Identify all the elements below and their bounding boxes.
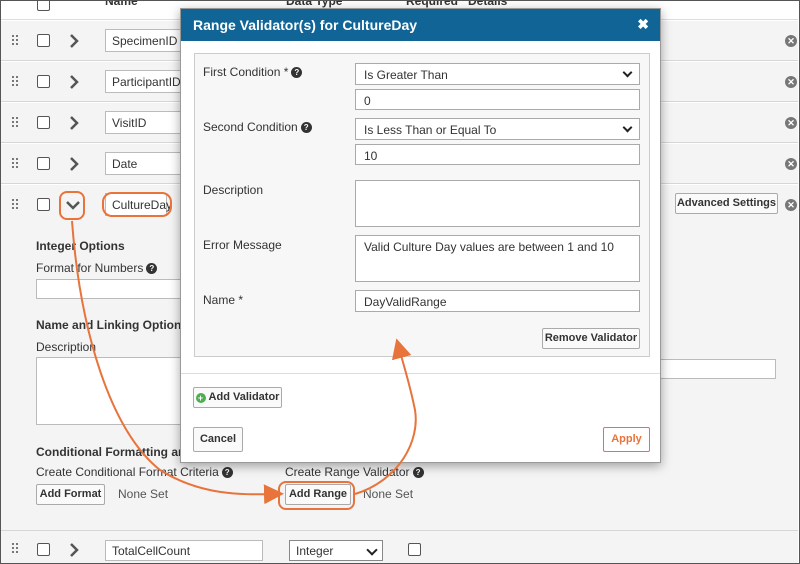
close-icon[interactable]: ✖: [637, 16, 649, 33]
second-condition-select[interactable]: Is Less Than or Equal To: [355, 118, 640, 140]
field-name-input[interactable]: TotalCellCount: [105, 540, 263, 561]
add-format-button[interactable]: Add Format: [36, 484, 105, 505]
create-conditional-label: Create Conditional Format Criteria?: [36, 465, 233, 479]
description-label: Description: [36, 340, 97, 354]
chevron-right-icon[interactable]: [67, 115, 81, 131]
conditional-none-set: None Set: [118, 487, 169, 501]
dropdown-arrow-icon: [622, 122, 633, 133]
col-required-header: Required: [406, 0, 459, 8]
col-data-type-header: Data Type: [286, 0, 343, 8]
apply-button[interactable]: Apply: [603, 427, 650, 452]
required-checkbox[interactable]: [408, 543, 421, 556]
help-icon[interactable]: ?: [412, 467, 424, 478]
dropdown-arrow-icon: [622, 67, 633, 78]
error-message-label: Error Message: [203, 238, 282, 252]
drag-handle-icon[interactable]: [12, 199, 20, 210]
drag-handle-icon[interactable]: [12, 543, 20, 554]
chevron-right-icon[interactable]: [67, 156, 81, 172]
format-for-numbers-input[interactable]: [36, 279, 186, 299]
field-row: TotalCellCount Integer: [1, 531, 798, 564]
help-icon[interactable]: ?: [291, 67, 303, 78]
col-details-header: Details: [468, 0, 508, 8]
field-name-input[interactable]: CultureDay: [105, 193, 172, 216]
format-for-numbers-label: Format for Numbers?: [36, 261, 158, 275]
error-message-textarea[interactable]: Valid Culture Day values are between 1 a…: [355, 235, 640, 282]
drag-handle-icon[interactable]: [12, 76, 20, 87]
first-condition-label: First Condition *?: [203, 65, 303, 79]
modal-title: Range Validator(s) for CultureDay: [193, 17, 418, 33]
chevron-right-icon[interactable]: [67, 33, 81, 49]
row-checkbox[interactable]: [37, 157, 50, 170]
remove-circle-icon[interactable]: ✕: [785, 117, 797, 129]
first-condition-value-input[interactable]: 0: [355, 89, 640, 110]
remove-validator-button[interactable]: Remove Validator: [542, 328, 640, 349]
name-input[interactable]: DayValidRange: [355, 290, 640, 312]
integer-options-title: Integer Options: [36, 239, 125, 253]
remove-circle-icon[interactable]: ✕: [785, 35, 797, 47]
cancel-button[interactable]: Cancel: [193, 427, 243, 452]
range-validator-modal: Range Validator(s) for CultureDay ✖ Firs…: [180, 8, 661, 463]
row-checkbox[interactable]: [37, 543, 50, 556]
advanced-settings-button[interactable]: Advanced Settings: [675, 193, 778, 214]
add-range-button[interactable]: Add Range: [285, 484, 351, 505]
description-textarea[interactable]: [36, 357, 186, 425]
second-condition-value-input[interactable]: 10: [355, 144, 640, 165]
remove-circle-icon[interactable]: ✕: [785, 76, 797, 88]
data-type-select[interactable]: Integer: [289, 540, 383, 561]
description-textarea[interactable]: [355, 180, 640, 227]
add-validator-button[interactable]: + Add Validator: [193, 387, 282, 408]
drag-handle-icon[interactable]: [12, 158, 20, 169]
row-checkbox[interactable]: [37, 198, 50, 211]
help-icon[interactable]: ?: [146, 263, 158, 274]
drag-handle-icon[interactable]: [12, 35, 20, 46]
name-linking-title: Name and Linking Options: [36, 318, 189, 332]
dropdown-arrow-icon: [366, 544, 378, 556]
row-checkbox[interactable]: [37, 34, 50, 47]
create-range-label: Create Range Validator?: [285, 465, 424, 479]
validator-panel: First Condition *? Is Greater Than 0 Sec…: [194, 53, 650, 357]
add-circle-icon: +: [195, 393, 206, 403]
description-label: Description: [203, 183, 264, 197]
drag-handle-icon[interactable]: [12, 117, 20, 128]
col-name-header: Name: [105, 0, 138, 8]
help-icon[interactable]: ?: [221, 467, 233, 478]
modal-divider: [181, 373, 660, 374]
range-none-set: None Set: [363, 487, 414, 501]
row-checkbox[interactable]: [37, 116, 50, 129]
conditional-formatting-title: Conditional Formatting and Validation Op…: [36, 445, 180, 459]
chevron-down-icon[interactable]: [65, 197, 81, 213]
remove-circle-icon[interactable]: ✕: [785, 199, 797, 211]
row-checkbox[interactable]: [37, 75, 50, 88]
help-icon[interactable]: ?: [300, 122, 312, 133]
chevron-right-icon[interactable]: [67, 542, 81, 558]
select-all-checkbox[interactable]: [37, 0, 50, 11]
url-input[interactable]: [656, 359, 776, 379]
name-label: Name *: [203, 293, 244, 307]
chevron-right-icon[interactable]: [67, 74, 81, 90]
modal-header: Range Validator(s) for CultureDay ✖: [181, 9, 660, 41]
second-condition-label: Second Condition?: [203, 120, 312, 134]
remove-circle-icon[interactable]: ✕: [785, 158, 797, 170]
first-condition-select[interactable]: Is Greater Than: [355, 63, 640, 85]
